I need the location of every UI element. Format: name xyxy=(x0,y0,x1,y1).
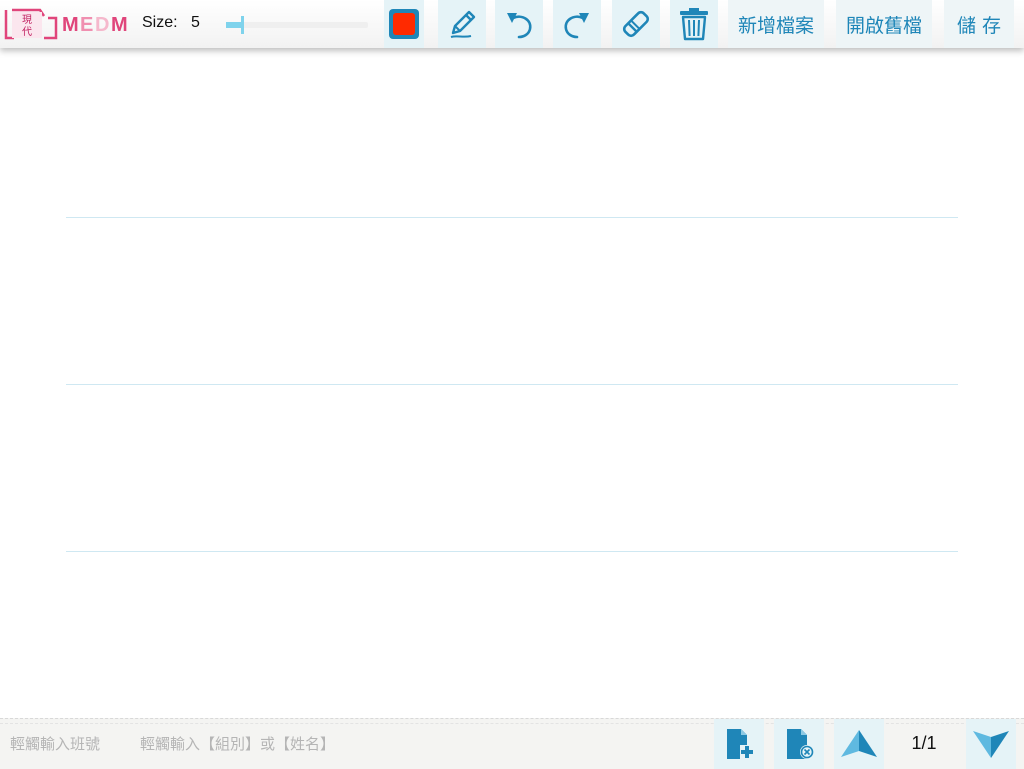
eraser-icon xyxy=(622,10,650,38)
bottom-bar: 輕觸輸入班號 輕觸輸入【組別】或【姓名】 1/1 xyxy=(0,718,1024,769)
app-logo: 現 代 M E D M xyxy=(4,4,134,44)
drawing-canvas[interactable] xyxy=(0,48,1024,718)
redo-button[interactable] xyxy=(553,0,601,48)
trash-icon xyxy=(680,8,708,41)
slider-track xyxy=(226,22,368,28)
slider-thumb[interactable] xyxy=(241,16,244,34)
eraser-button[interactable] xyxy=(612,0,660,48)
class-number-input[interactable]: 輕觸輸入班號 xyxy=(10,733,100,754)
slider-fill xyxy=(226,22,241,28)
size-label: Size: xyxy=(142,14,178,31)
svg-text:E: E xyxy=(80,14,93,36)
up-arrow-icon xyxy=(841,730,877,757)
svg-text:D: D xyxy=(95,14,109,36)
svg-text:M: M xyxy=(111,14,128,36)
prev-page-button[interactable] xyxy=(834,719,884,769)
undo-icon xyxy=(507,13,532,39)
redo-icon xyxy=(564,13,589,39)
size-slider[interactable] xyxy=(222,14,370,36)
page-indicator: 1/1 xyxy=(911,733,937,753)
svg-text:M: M xyxy=(62,14,79,36)
logo-badge-text-1: 現 xyxy=(22,14,32,26)
group-name-input[interactable]: 輕觸輸入【組別】或【姓名】 xyxy=(140,733,335,754)
add-page-icon xyxy=(727,729,754,759)
rule-line xyxy=(66,217,958,218)
save-button[interactable]: 儲 存 xyxy=(944,0,1014,48)
rule-line xyxy=(66,551,958,552)
color-swatch-icon xyxy=(389,9,419,39)
down-arrow-icon xyxy=(973,731,1009,758)
logo-badge-text-2: 代 xyxy=(22,26,32,38)
pencil-icon xyxy=(450,10,476,38)
undo-button[interactable] xyxy=(495,0,543,48)
next-page-button[interactable] xyxy=(966,719,1016,769)
open-file-button[interactable]: 開啟舊檔 xyxy=(836,0,932,48)
delete-page-icon xyxy=(787,729,814,759)
rule-line xyxy=(66,384,958,385)
add-page-button[interactable] xyxy=(714,719,764,769)
pencil-button[interactable] xyxy=(438,0,486,48)
color-swatch-button[interactable] xyxy=(384,0,424,48)
size-value: 5 xyxy=(191,14,200,31)
new-file-button[interactable]: 新增檔案 xyxy=(728,0,824,48)
top-toolbar: 現 代 M E D M Size: 5 新增檔案 開啟舊檔 儲 存 xyxy=(0,0,1024,48)
trash-button[interactable] xyxy=(670,0,718,48)
delete-page-button[interactable] xyxy=(774,719,824,769)
